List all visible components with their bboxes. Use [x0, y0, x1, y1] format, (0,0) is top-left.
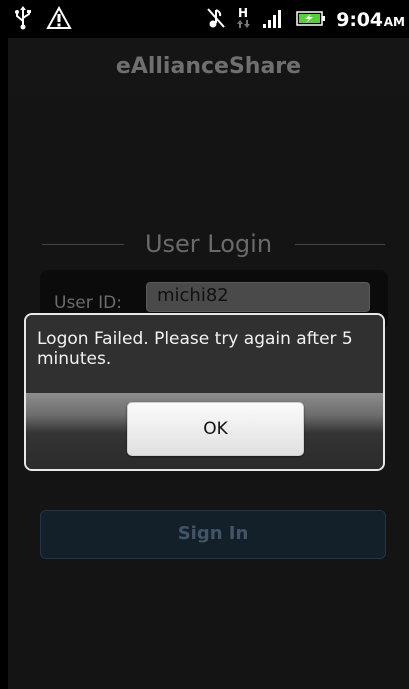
app-title: eAllianceShare — [115, 54, 302, 79]
ok-button[interactable]: OK — [127, 402, 304, 456]
dialog-message: Logon Failed. Please try again after 5 m… — [37, 329, 353, 369]
dialog-button-bar: OK — [26, 393, 383, 469]
user-id-label: User ID: — [54, 293, 122, 313]
login-section-title: User Login — [144, 230, 273, 258]
mute-icon — [206, 6, 226, 34]
sign-in-label: Sign In — [177, 523, 249, 544]
status-bar: H 9:04AM — [0, 0, 409, 38]
logon-failed-dialog: Logon Failed. Please try again after 5 m… — [24, 313, 385, 471]
usb-icon — [14, 6, 32, 34]
status-bar-right: H 9:04AM — [206, 6, 405, 34]
hsdpa-data-icon: H — [236, 6, 252, 34]
warning-icon — [46, 5, 72, 34]
clock-ampm: AM — [383, 15, 405, 29]
app-title-bar: eAllianceShare — [8, 38, 409, 96]
user-id-value: michi82 — [157, 285, 229, 306]
status-bar-left — [14, 5, 72, 34]
clock-time: 9:04 — [336, 9, 383, 31]
clock: 9:04AM — [336, 9, 405, 31]
login-section-header: User Login — [8, 229, 409, 259]
svg-text:H: H — [238, 6, 248, 20]
user-id-input[interactable]: michi82 — [146, 282, 370, 312]
sign-in-button[interactable]: Sign In — [40, 510, 386, 559]
screen: H 9:04AM eAllianceShare User Login User … — [0, 0, 409, 689]
ok-button-label: OK — [203, 419, 228, 439]
battery-charging-icon — [296, 6, 326, 34]
dialog-message-area: Logon Failed. Please try again after 5 m… — [26, 315, 383, 393]
signal-bars-icon — [262, 6, 286, 34]
